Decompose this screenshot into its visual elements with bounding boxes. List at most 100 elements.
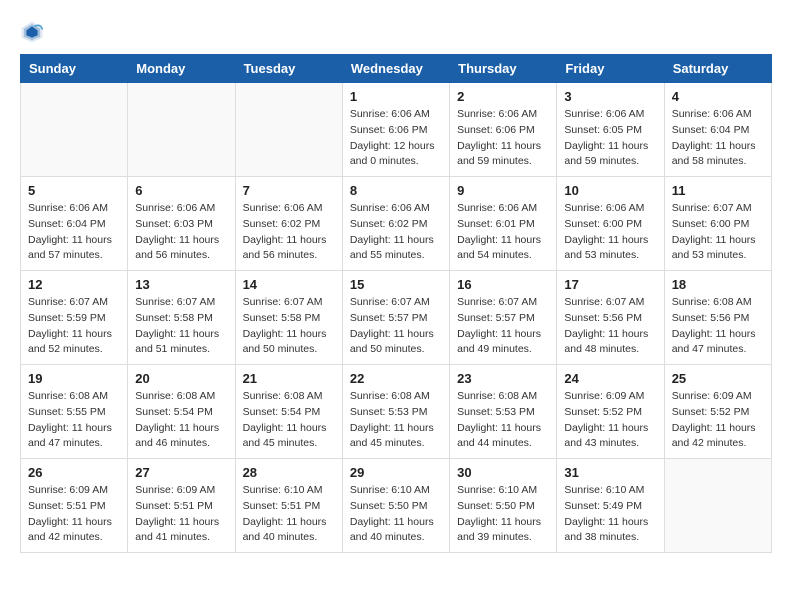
- calendar-day-cell: 16 Sunrise: 6:07 AM Sunset: 5:57 PM Dayli…: [450, 271, 557, 365]
- day-number: 24: [564, 371, 656, 386]
- calendar-day-cell: [235, 83, 342, 177]
- calendar-week-row: 26 Sunrise: 6:09 AM Sunset: 5:51 PM Dayli…: [21, 459, 772, 553]
- day-info: Sunrise: 6:08 AM Sunset: 5:53 PM Dayligh…: [457, 389, 549, 452]
- day-info: Sunrise: 6:06 AM Sunset: 6:04 PM Dayligh…: [28, 201, 120, 264]
- calendar-day-cell: [128, 83, 235, 177]
- calendar-week-row: 12Sunrise: 6:07 AM Sunset: 5:59 PM Dayli…: [21, 271, 772, 365]
- day-number: 26: [28, 465, 120, 480]
- calendar-day-cell: 29 Sunrise: 6:10 AM Sunset: 5:50 PM Dayli…: [342, 459, 449, 553]
- calendar-day-cell: 21 Sunrise: 6:08 AM Sunset: 5:54 PM Dayli…: [235, 365, 342, 459]
- calendar-day-cell: 31 Sunrise: 6:10 AM Sunset: 5:49 PM Dayli…: [557, 459, 664, 553]
- calendar-day-cell: 2Sunrise: 6:06 AM Sunset: 6:06 PM Daylig…: [450, 83, 557, 177]
- day-number: 10: [564, 183, 656, 198]
- calendar-day-cell: 25Sunrise: 6:09 AM Sunset: 5:52 PM Dayli…: [664, 365, 771, 459]
- calendar-day-cell: 9Sunrise: 6:06 AM Sunset: 6:01 PM Daylig…: [450, 177, 557, 271]
- calendar-day-cell: 6 Sunrise: 6:06 AM Sunset: 6:03 PM Daylig…: [128, 177, 235, 271]
- day-number: 29: [350, 465, 442, 480]
- day-info: Sunrise: 6:08 AM Sunset: 5:53 PM Dayligh…: [350, 389, 442, 452]
- day-number: 18: [672, 277, 764, 292]
- calendar-day-cell: 17 Sunrise: 6:07 AM Sunset: 5:56 PM Dayli…: [557, 271, 664, 365]
- day-info: Sunrise: 6:07 AM Sunset: 5:57 PM Dayligh…: [457, 295, 549, 358]
- calendar-day-cell: [21, 83, 128, 177]
- day-number: 5: [28, 183, 120, 198]
- day-info: Sunrise: 6:10 AM Sunset: 5:49 PM Dayligh…: [564, 483, 656, 546]
- day-number: 13: [135, 277, 227, 292]
- day-number: 28: [243, 465, 335, 480]
- day-number: 23: [457, 371, 549, 386]
- weekday-header-tuesday: Tuesday: [235, 55, 342, 83]
- day-info: Sunrise: 6:08 AM Sunset: 5:56 PM Dayligh…: [672, 295, 764, 358]
- calendar-day-cell: 28 Sunrise: 6:10 AM Sunset: 5:51 PM Dayli…: [235, 459, 342, 553]
- day-info: Sunrise: 6:07 AM Sunset: 5:58 PM Dayligh…: [135, 295, 227, 358]
- day-info: Sunrise: 6:06 AM Sunset: 6:02 PM Dayligh…: [243, 201, 335, 264]
- day-info: Sunrise: 6:10 AM Sunset: 5:51 PM Dayligh…: [243, 483, 335, 546]
- day-info: Sunrise: 6:09 AM Sunset: 5:52 PM Dayligh…: [564, 389, 656, 452]
- calendar-day-cell: 4 Sunrise: 6:06 AM Sunset: 6:04 PM Daylig…: [664, 83, 771, 177]
- day-number: 15: [350, 277, 442, 292]
- day-number: 22: [350, 371, 442, 386]
- day-info: Sunrise: 6:08 AM Sunset: 5:54 PM Dayligh…: [135, 389, 227, 452]
- calendar-day-cell: 8Sunrise: 6:06 AM Sunset: 6:02 PM Daylig…: [342, 177, 449, 271]
- calendar-day-cell: 26Sunrise: 6:09 AM Sunset: 5:51 PM Dayli…: [21, 459, 128, 553]
- day-number: 7: [243, 183, 335, 198]
- day-number: 3: [564, 89, 656, 104]
- day-info: Sunrise: 6:07 AM Sunset: 5:56 PM Dayligh…: [564, 295, 656, 358]
- calendar-week-row: 5 Sunrise: 6:06 AM Sunset: 6:04 PM Daylig…: [21, 177, 772, 271]
- calendar-day-cell: 24 Sunrise: 6:09 AM Sunset: 5:52 PM Dayli…: [557, 365, 664, 459]
- calendar-day-cell: 20 Sunrise: 6:08 AM Sunset: 5:54 PM Dayli…: [128, 365, 235, 459]
- day-info: Sunrise: 6:07 AM Sunset: 5:59 PM Dayligh…: [28, 295, 120, 358]
- day-info: Sunrise: 6:09 AM Sunset: 5:51 PM Dayligh…: [135, 483, 227, 546]
- day-info: Sunrise: 6:06 AM Sunset: 6:00 PM Dayligh…: [564, 201, 656, 264]
- day-number: 4: [672, 89, 764, 104]
- day-number: 31: [564, 465, 656, 480]
- day-number: 2: [457, 89, 549, 104]
- calendar-day-cell: 15 Sunrise: 6:07 AM Sunset: 5:57 PM Dayli…: [342, 271, 449, 365]
- weekday-header-friday: Friday: [557, 55, 664, 83]
- day-number: 20: [135, 371, 227, 386]
- calendar-table: SundayMondayTuesdayWednesdayThursdayFrid…: [20, 54, 772, 553]
- day-info: Sunrise: 6:06 AM Sunset: 6:05 PM Dayligh…: [564, 107, 656, 170]
- day-number: 8: [350, 183, 442, 198]
- day-info: Sunrise: 6:08 AM Sunset: 5:55 PM Dayligh…: [28, 389, 120, 452]
- calendar-day-cell: 19 Sunrise: 6:08 AM Sunset: 5:55 PM Dayli…: [21, 365, 128, 459]
- calendar-day-cell: 5 Sunrise: 6:06 AM Sunset: 6:04 PM Daylig…: [21, 177, 128, 271]
- calendar-week-row: 1 Sunrise: 6:06 AM Sunset: 6:06 PM Daylig…: [21, 83, 772, 177]
- day-info: Sunrise: 6:06 AM Sunset: 6:04 PM Dayligh…: [672, 107, 764, 170]
- day-info: Sunrise: 6:06 AM Sunset: 6:06 PM Dayligh…: [350, 107, 442, 170]
- generalblue-logo-icon: [20, 20, 44, 44]
- day-info: Sunrise: 6:08 AM Sunset: 5:54 PM Dayligh…: [243, 389, 335, 452]
- day-number: 27: [135, 465, 227, 480]
- day-number: 16: [457, 277, 549, 292]
- calendar-day-cell: [664, 459, 771, 553]
- weekday-header-thursday: Thursday: [450, 55, 557, 83]
- day-number: 9: [457, 183, 549, 198]
- calendar-day-cell: 13 Sunrise: 6:07 AM Sunset: 5:58 PM Dayli…: [128, 271, 235, 365]
- day-info: Sunrise: 6:06 AM Sunset: 6:03 PM Dayligh…: [135, 201, 227, 264]
- day-info: Sunrise: 6:07 AM Sunset: 5:57 PM Dayligh…: [350, 295, 442, 358]
- day-number: 6: [135, 183, 227, 198]
- day-number: 1: [350, 89, 442, 104]
- calendar-day-cell: 27 Sunrise: 6:09 AM Sunset: 5:51 PM Dayli…: [128, 459, 235, 553]
- day-number: 19: [28, 371, 120, 386]
- logo: [20, 20, 48, 44]
- day-info: Sunrise: 6:10 AM Sunset: 5:50 PM Dayligh…: [457, 483, 549, 546]
- calendar-day-cell: 22 Sunrise: 6:08 AM Sunset: 5:53 PM Dayli…: [342, 365, 449, 459]
- weekday-header-monday: Monday: [128, 55, 235, 83]
- calendar-day-cell: 30Sunrise: 6:10 AM Sunset: 5:50 PM Dayli…: [450, 459, 557, 553]
- day-number: 21: [243, 371, 335, 386]
- weekday-header-wednesday: Wednesday: [342, 55, 449, 83]
- calendar-week-row: 19 Sunrise: 6:08 AM Sunset: 5:55 PM Dayli…: [21, 365, 772, 459]
- day-number: 11: [672, 183, 764, 198]
- page-header: [20, 20, 772, 44]
- day-number: 17: [564, 277, 656, 292]
- day-number: 25: [672, 371, 764, 386]
- day-number: 14: [243, 277, 335, 292]
- day-info: Sunrise: 6:07 AM Sunset: 6:00 PM Dayligh…: [672, 201, 764, 264]
- calendar-day-cell: 12Sunrise: 6:07 AM Sunset: 5:59 PM Dayli…: [21, 271, 128, 365]
- calendar-day-cell: 10 Sunrise: 6:06 AM Sunset: 6:00 PM Dayli…: [557, 177, 664, 271]
- day-info: Sunrise: 6:10 AM Sunset: 5:50 PM Dayligh…: [350, 483, 442, 546]
- calendar-day-cell: 3 Sunrise: 6:06 AM Sunset: 6:05 PM Daylig…: [557, 83, 664, 177]
- calendar-day-cell: 11 Sunrise: 6:07 AM Sunset: 6:00 PM Dayli…: [664, 177, 771, 271]
- weekday-header-sunday: Sunday: [21, 55, 128, 83]
- weekday-header-row: SundayMondayTuesdayWednesdayThursdayFrid…: [21, 55, 772, 83]
